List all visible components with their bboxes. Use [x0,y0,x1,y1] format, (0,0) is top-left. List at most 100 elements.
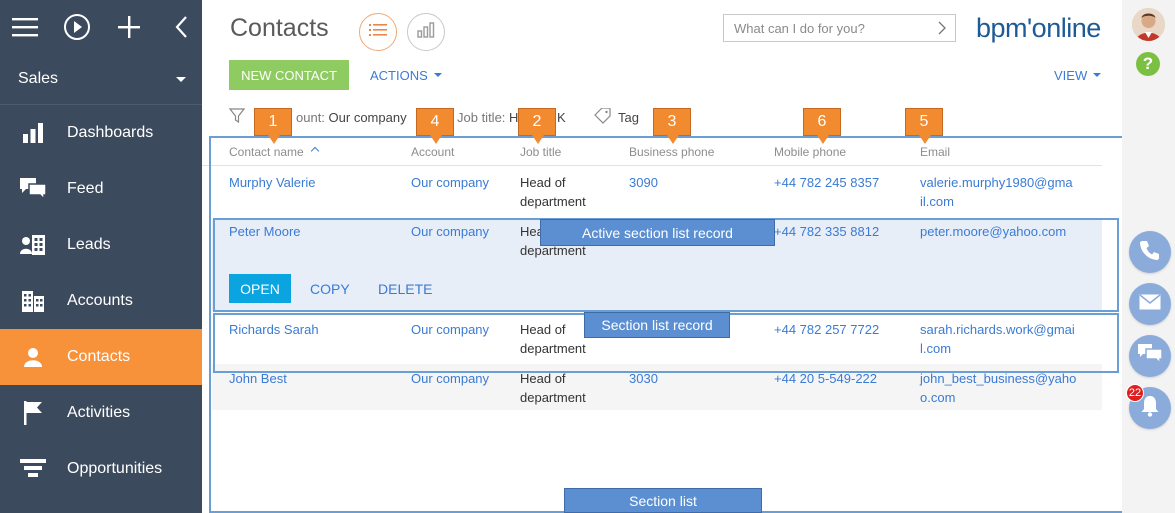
notification-count-badge: 22 [1126,384,1144,402]
sort-ascending-icon [310,146,319,156]
contacts-icon [20,345,46,369]
email-link-line1[interactable]: valerie.murphy1980@gma [920,173,1073,192]
account-link[interactable]: Our company [411,369,489,388]
email-link-line1[interactable]: john_best_business@yaho [920,369,1076,388]
logo: bpm'online [976,13,1101,43]
chevron-down-icon [433,73,442,77]
column-header-job-title[interactable]: Job title [520,145,561,159]
section-list-callout: Section list [564,488,762,513]
tag-icon[interactable] [594,107,612,127]
job-title-line2: department [520,390,586,405]
dashboard-icon [20,121,46,145]
communication-panel: ? 22 [1122,0,1175,513]
chevron-down-icon [176,77,186,82]
avatar[interactable] [1132,8,1165,41]
play-icon[interactable] [62,10,92,44]
list-icon [369,23,387,42]
chat-button[interactable] [1129,335,1171,377]
view-button[interactable]: VIEW [1054,60,1102,90]
sidebar-item-label: Accounts [67,292,133,309]
email-button[interactable] [1129,283,1171,325]
account-link[interactable]: Our company [411,173,489,192]
sidebar-item-dashboards[interactable]: Dashboards [0,105,202,161]
sidebar: Sales Dashboards Feed Leads Accounts Con… [0,0,202,513]
table-row[interactable]: Murphy Valerie Our company Head of depar… [212,167,1102,219]
job-title-line1: Head of [520,371,566,386]
sidebar-item-label: Leads [67,236,111,253]
contact-name-link[interactable]: Murphy Valerie [229,173,315,192]
chat-icon [1138,343,1163,369]
column-header-contact-name[interactable]: Contact name [229,145,319,159]
tag-filter[interactable]: Tag [618,110,639,125]
sidebar-item-leads[interactable]: Leads [0,217,202,273]
job-title-line1: Head of [520,175,566,190]
sidebar-item-opportunities[interactable]: Opportunities [0,441,202,497]
business-phone-link[interactable]: 3030 [629,369,658,388]
plus-icon[interactable] [114,10,144,44]
account-link[interactable]: Our company [411,320,489,339]
filter-value-tail: K [557,110,566,125]
feed-icon [20,177,46,201]
email-link-line1[interactable]: sarah.richards.work@gmai [920,320,1075,339]
phone-button[interactable] [1129,231,1171,273]
mobile-phone-link[interactable]: +44 782 245 8357 [774,173,879,192]
mobile-phone-link[interactable]: +44 782 335 8812 [774,222,879,241]
account-link[interactable]: Our company [411,222,489,241]
envelope-icon [1139,293,1161,315]
leads-icon [20,233,46,257]
sidebar-nav: Dashboards Feed Leads Accounts Contacts … [0,105,202,497]
phone-icon [1139,239,1161,266]
command-input[interactable] [734,20,924,36]
contact-name-link[interactable]: Richards Sarah [229,320,319,339]
workspace-selector[interactable]: Sales [0,60,202,98]
chart-icon [417,21,435,43]
bell-icon [1140,395,1160,422]
filter-label: Job title: [457,110,506,125]
help-icon[interactable]: ? [1136,52,1160,76]
list-view-button[interactable] [359,13,397,51]
analytics-view-button[interactable] [407,13,445,51]
column-header-account[interactable]: Account [411,145,454,159]
open-button[interactable]: OPEN [229,274,291,303]
business-phone-link[interactable]: 3090 [629,173,658,192]
column-header-business-phone[interactable]: Business phone [629,145,714,159]
mobile-phone-link[interactable]: +44 20 5-549-222 [774,369,877,388]
chevron-right-icon[interactable] [938,21,946,40]
actions-button[interactable]: ACTIONS [370,60,442,90]
collapse-chevron-icon[interactable] [166,10,196,44]
table-row[interactable]: John Best Our company Head of department… [212,364,1102,410]
active-record-callout: Active section list record [540,219,775,246]
marker-6: 6 [803,108,841,144]
contact-name-link[interactable]: Peter Moore [229,222,301,241]
contact-name-link[interactable]: John Best [229,369,287,388]
record-callout: Section list record [584,312,730,338]
app-window: Sales Dashboards Feed Leads Accounts Con… [0,0,1175,513]
mobile-phone-link[interactable]: +44 782 257 7722 [774,320,879,339]
delete-button[interactable]: DELETE [378,274,432,303]
account-filter[interactable]: ount: Our company [296,110,407,125]
sidebar-item-activities[interactable]: Activities [0,385,202,441]
new-contact-button[interactable]: NEW CONTACT [229,60,349,90]
sidebar-item-accounts[interactable]: Accounts [0,273,202,329]
main-content: Contacts bpm'online NEW CONTACT ACTIONS … [202,0,1125,513]
sidebar-item-contacts[interactable]: Contacts [0,329,202,385]
filter-icon[interactable] [228,108,246,127]
column-header-mobile-phone[interactable]: Mobile phone [774,145,846,159]
sidebar-item-label: Dashboards [67,124,154,141]
view-label: VIEW [1054,67,1088,83]
email-link-line2[interactable]: il.com [920,192,954,211]
job-title-line2: department [520,341,586,356]
email-link-line2[interactable]: o.com [920,388,955,407]
column-label: Contact name [229,145,304,159]
column-header-email[interactable]: Email [920,145,950,159]
email-link-line2[interactable]: l.com [920,339,951,358]
email-link[interactable]: peter.moore@yahoo.com [920,222,1066,241]
sidebar-item-label: Opportunities [67,460,163,477]
copy-button[interactable]: COPY [310,274,350,303]
marker-1: 1 [254,108,292,144]
sidebar-item-label: Activities [67,404,131,421]
job-title-filter[interactable]: Job title: H [457,110,518,125]
menu-icon[interactable] [10,10,40,44]
sidebar-top-toolbar [0,0,202,55]
sidebar-item-feed[interactable]: Feed [0,161,202,217]
